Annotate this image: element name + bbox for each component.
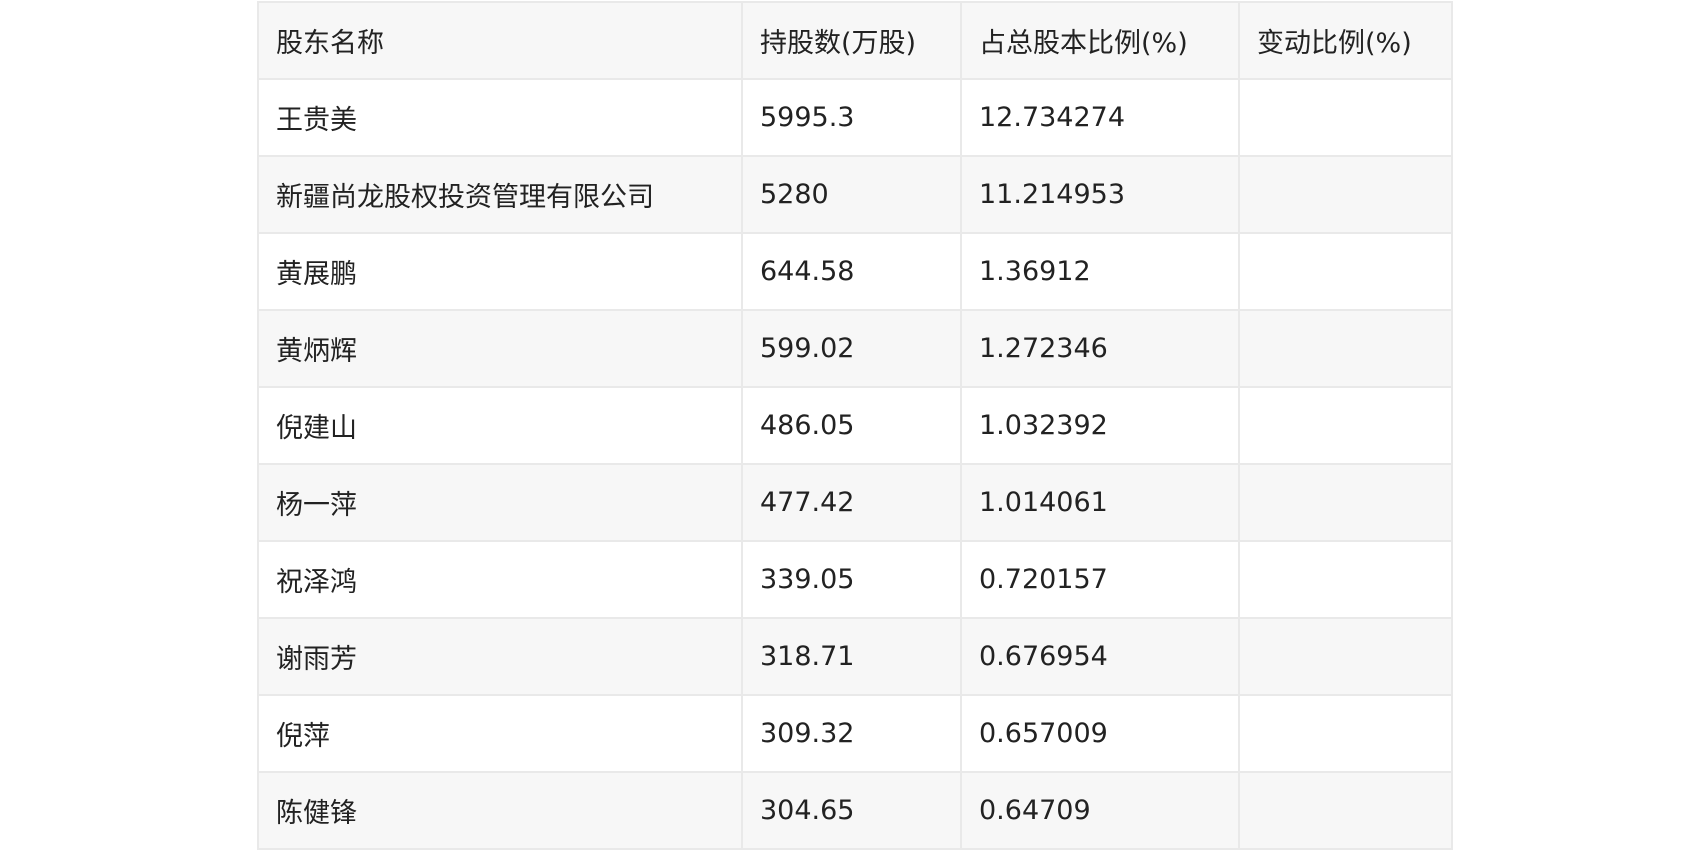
cell-share-ratio: 1.272346 [960, 309, 1240, 388]
cell-change-ratio [1238, 232, 1453, 311]
table-row: 陈健锋 304.65 0.64709 [257, 771, 1453, 850]
cell-shares-held: 304.65 [741, 771, 962, 850]
cell-shareholder-name: 倪萍 [257, 694, 743, 773]
shareholder-table-container: 股东名称 持股数(万股) 占总股本比例(%) 变动比例(%) 王贵美 5995.3… [257, 1, 1453, 850]
cell-shareholder-name: 倪建山 [257, 386, 743, 465]
header-shareholder-name: 股东名称 [257, 1, 743, 80]
cell-shareholder-name: 黄炳辉 [257, 309, 743, 388]
cell-share-ratio: 1.36912 [960, 232, 1240, 311]
cell-shareholder-name: 祝泽鸿 [257, 540, 743, 619]
cell-change-ratio [1238, 771, 1453, 850]
table-row: 谢雨芳 318.71 0.676954 [257, 617, 1453, 696]
cell-change-ratio [1238, 694, 1453, 773]
cell-shares-held: 644.58 [741, 232, 962, 311]
cell-shareholder-name: 杨一萍 [257, 463, 743, 542]
shareholder-table: 股东名称 持股数(万股) 占总股本比例(%) 变动比例(%) 王贵美 5995.3… [257, 1, 1453, 850]
header-shares-held: 持股数(万股) [741, 1, 962, 80]
cell-shareholder-name: 王贵美 [257, 78, 743, 157]
cell-change-ratio [1238, 463, 1453, 542]
cell-share-ratio: 0.720157 [960, 540, 1240, 619]
cell-change-ratio [1238, 540, 1453, 619]
cell-shares-held: 318.71 [741, 617, 962, 696]
cell-change-ratio [1238, 617, 1453, 696]
cell-change-ratio [1238, 155, 1453, 234]
cell-share-ratio: 11.214953 [960, 155, 1240, 234]
cell-change-ratio [1238, 78, 1453, 157]
header-share-ratio: 占总股本比例(%) [960, 1, 1240, 80]
cell-shares-held: 486.05 [741, 386, 962, 465]
cell-shareholder-name: 谢雨芳 [257, 617, 743, 696]
table-row: 黄展鹏 644.58 1.36912 [257, 232, 1453, 311]
table-row: 倪建山 486.05 1.032392 [257, 386, 1453, 465]
cell-shareholder-name: 陈健锋 [257, 771, 743, 850]
cell-share-ratio: 0.676954 [960, 617, 1240, 696]
table-row: 祝泽鸿 339.05 0.720157 [257, 540, 1453, 619]
cell-change-ratio [1238, 386, 1453, 465]
table-row: 王贵美 5995.3 12.734274 [257, 78, 1453, 157]
cell-shares-held: 477.42 [741, 463, 962, 542]
cell-shares-held: 5995.3 [741, 78, 962, 157]
cell-shareholder-name: 黄展鹏 [257, 232, 743, 311]
cell-share-ratio: 1.032392 [960, 386, 1240, 465]
cell-shareholder-name: 新疆尚龙股权投资管理有限公司 [257, 155, 743, 234]
cell-share-ratio: 0.64709 [960, 771, 1240, 850]
table-row: 新疆尚龙股权投资管理有限公司 5280 11.214953 [257, 155, 1453, 234]
table-row: 杨一萍 477.42 1.014061 [257, 463, 1453, 542]
cell-share-ratio: 1.014061 [960, 463, 1240, 542]
cell-shares-held: 309.32 [741, 694, 962, 773]
cell-shares-held: 599.02 [741, 309, 962, 388]
header-change-ratio: 变动比例(%) [1238, 1, 1453, 80]
table-header-row: 股东名称 持股数(万股) 占总股本比例(%) 变动比例(%) [257, 1, 1453, 80]
table-row: 黄炳辉 599.02 1.272346 [257, 309, 1453, 388]
cell-shares-held: 339.05 [741, 540, 962, 619]
cell-share-ratio: 0.657009 [960, 694, 1240, 773]
table-row: 倪萍 309.32 0.657009 [257, 694, 1453, 773]
cell-share-ratio: 12.734274 [960, 78, 1240, 157]
cell-change-ratio [1238, 309, 1453, 388]
cell-shares-held: 5280 [741, 155, 962, 234]
